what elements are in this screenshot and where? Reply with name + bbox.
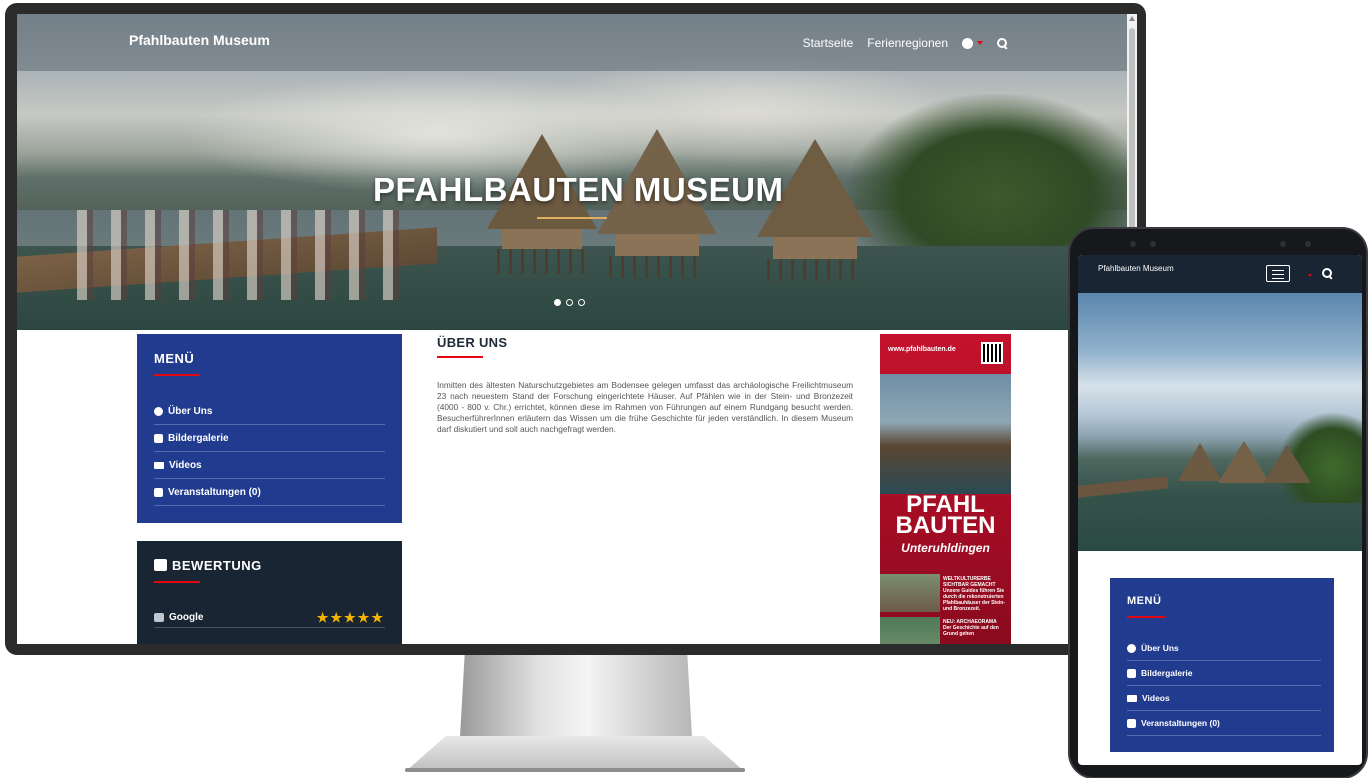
menu-item-ueber-uns[interactable]: Über Uns xyxy=(1127,636,1321,661)
flyer-block-2-text: Der Geschichte auf den Grund gehen xyxy=(943,625,999,637)
main-nav: Startseite Ferienregionen xyxy=(803,36,1007,50)
menu-item-label: Veranstaltungen (0) xyxy=(1141,718,1220,728)
desktop-monitor: Pfahlbauten Museum Startseite Ferienregi… xyxy=(5,3,1146,655)
menu-item-veranstaltungen[interactable]: Veranstaltungen (0) xyxy=(154,479,385,506)
menu-title: MENÜ xyxy=(154,351,195,366)
camera-icon xyxy=(154,433,163,443)
menu-list: Über Uns Bildergalerie Videos Veranstalt… xyxy=(1127,636,1321,736)
menu-item-ueber-uns[interactable]: Über Uns xyxy=(154,398,385,425)
mobile-sidebar-menu: MENÜ Über Uns Bildergalerie Videos Veran… xyxy=(1110,578,1334,752)
monitor-stand-neck xyxy=(460,655,692,737)
menu-item-label: Über Uns xyxy=(1141,643,1179,653)
menu-item-label: Über Uns xyxy=(168,405,213,417)
menu-list: Über Uns Bildergalerie Videos Veranstalt… xyxy=(154,398,385,506)
flyer-headline: PFAHL BAUTEN xyxy=(880,493,1011,539)
stilt-house xyxy=(1263,445,1311,483)
phone-bezel-bottom xyxy=(1078,765,1362,777)
mobile-screen: Pfahlbauten Museum MENÜ Über Uns Bilderg… xyxy=(1078,255,1362,765)
menu-item-veranstaltungen[interactable]: Veranstaltungen (0) xyxy=(1127,711,1321,736)
hamburger-menu-icon[interactable] xyxy=(1266,265,1290,282)
carousel-dot-2[interactable] xyxy=(566,299,573,306)
mobile-header: Pfahlbauten Museum xyxy=(1078,255,1362,293)
nav-link-ferienregionen[interactable]: Ferienregionen xyxy=(867,36,948,50)
qr-code-icon xyxy=(981,342,1003,364)
menu-item-label: Bildergalerie xyxy=(1141,668,1193,678)
flyer-image[interactable]: www.pfahlbauten.de PFAHL BAUTEN Unteruhl… xyxy=(880,334,1011,644)
mobile-logo-text[interactable]: Pfahlbauten Museum xyxy=(1098,264,1174,273)
desktop-screen: Pfahlbauten Museum Startseite Ferienregi… xyxy=(17,14,1127,644)
info-icon xyxy=(154,406,163,416)
mobile-phone: Pfahlbauten Museum MENÜ Über Uns Bilderg… xyxy=(1068,227,1368,778)
flyer-thumb xyxy=(880,574,940,612)
google-icon xyxy=(154,613,164,622)
menu-item-label: Bildergalerie xyxy=(168,432,229,444)
globe-icon[interactable] xyxy=(962,37,973,49)
menu-title-rule xyxy=(154,374,200,376)
star-rating: ★★★★★ xyxy=(316,609,385,625)
about-title-rule xyxy=(437,356,483,358)
rating-panel: BEWERTUNG Google ★★★★★ xyxy=(137,541,402,644)
flyer-block-1-title: WELTKULTURERBE SICHTBAR GEMACHT xyxy=(943,576,996,588)
nav-link-startseite[interactable]: Startseite xyxy=(803,36,854,50)
monitor-stand-base xyxy=(405,736,745,772)
menu-title: MENÜ xyxy=(1127,595,1162,607)
hero-title: PFAHLBAUTEN MUSEUM xyxy=(373,171,784,208)
flyer-subline: Unteruhldingen xyxy=(901,541,990,555)
about-text: Inmitten des ältesten Naturschutzgebiete… xyxy=(437,380,853,434)
phone-sensors xyxy=(1110,237,1311,251)
caret-down-icon[interactable] xyxy=(1308,274,1312,277)
menu-title-rule xyxy=(1127,616,1165,618)
google-plus-icon xyxy=(154,559,167,571)
search-icon[interactable] xyxy=(1322,268,1332,278)
rating-title-wrap: BEWERTUNG xyxy=(154,558,262,573)
site-header: Pfahlbauten Museum Startseite Ferienregi… xyxy=(17,14,1127,71)
monitor-stand-shadow xyxy=(405,768,745,772)
hero-title-underline xyxy=(537,217,607,219)
mobile-hero-image xyxy=(1078,293,1362,551)
menu-item-label: Veranstaltungen (0) xyxy=(168,486,261,498)
sidebar-menu: MENÜ Über Uns Bildergalerie Videos Veran… xyxy=(137,334,402,523)
rating-title: BEWERTUNG xyxy=(172,558,262,573)
menu-item-bildergalerie[interactable]: Bildergalerie xyxy=(154,425,385,452)
hero-banner: Pfahlbauten Museum Startseite Ferienregi… xyxy=(17,14,1127,330)
visitors-group xyxy=(77,210,417,300)
video-icon xyxy=(1127,694,1137,702)
about-title: ÜBER UNS xyxy=(437,335,508,350)
boardwalk xyxy=(1078,476,1168,498)
carousel-dot-1[interactable] xyxy=(554,299,561,306)
calendar-icon xyxy=(1127,718,1136,728)
flyer-block-1-text: Unsere Guides führen Sie durch die rekon… xyxy=(943,588,1005,612)
menu-item-label: Videos xyxy=(1142,693,1170,703)
flyer-block-1: WELTKULTURERBE SICHTBAR GEMACHT Unsere G… xyxy=(943,576,1007,612)
camera-icon xyxy=(1127,668,1136,678)
flyer-block-2: NEU: ARCHAEORAMA Der Geschichte auf den … xyxy=(943,619,1007,637)
video-icon xyxy=(154,461,164,469)
menu-item-videos[interactable]: Videos xyxy=(154,452,385,479)
rating-source: Google xyxy=(169,612,204,623)
flyer-headline-2: BAUTEN xyxy=(895,512,996,539)
flyer-thumb xyxy=(880,617,940,644)
carousel-dot-3[interactable] xyxy=(578,299,585,306)
menu-item-videos[interactable]: Videos xyxy=(1127,686,1321,711)
search-icon[interactable] xyxy=(997,38,1007,48)
site-logo-text[interactable]: Pfahlbauten Museum xyxy=(129,32,270,48)
caret-down-icon[interactable] xyxy=(977,41,983,45)
calendar-icon xyxy=(154,487,163,497)
info-icon xyxy=(1127,643,1136,653)
stilt-house xyxy=(1178,443,1222,481)
flyer-photo xyxy=(880,374,1011,494)
scroll-up-arrow-icon[interactable] xyxy=(1129,16,1135,21)
carousel-dots xyxy=(554,299,585,306)
scrollbar-thumb[interactable] xyxy=(1129,28,1135,248)
rating-title-rule xyxy=(154,581,200,583)
rating-row-google[interactable]: Google ★★★★★ xyxy=(154,608,385,628)
menu-item-bildergalerie[interactable]: Bildergalerie xyxy=(1127,661,1321,686)
device-mockup: Pfahlbauten Museum Startseite Ferienregi… xyxy=(0,0,1370,778)
menu-item-label: Videos xyxy=(169,459,202,471)
flyer-url: www.pfahlbauten.de xyxy=(888,346,956,353)
